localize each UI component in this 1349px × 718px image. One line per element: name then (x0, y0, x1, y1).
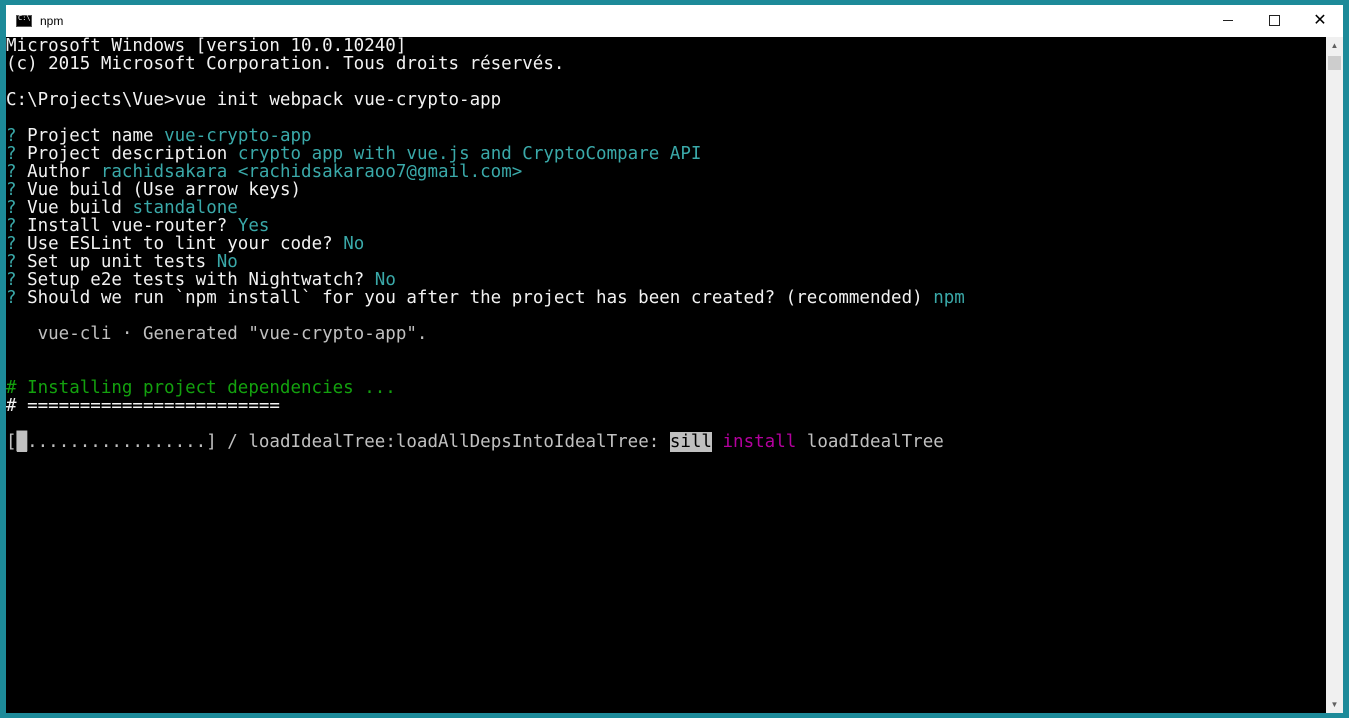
prompt-line: ? Install vue-router? Yes (6, 217, 269, 235)
prompt-line: ? Should we run `npm install` for you af… (6, 289, 965, 307)
prompt-answer: rachidsakara <rachidsakaraoo7@gmail.com> (100, 162, 523, 182)
window-title: npm (40, 14, 64, 28)
progress-status: ] / loadIdealTree:loadAllDepsIntoIdealTr… (206, 432, 670, 452)
scroll-down-arrow-icon[interactable]: ▼ (1326, 696, 1343, 713)
prompt-line: ? Setup e2e tests with Nightwatch? No (6, 271, 396, 289)
prompt-label: Set up unit tests (27, 252, 207, 272)
prompt-label: Project name (27, 126, 154, 146)
prompt-answer: No (374, 270, 396, 290)
progress-open-bracket: [ (6, 432, 17, 452)
prompt-answer: vue-crypto-app (164, 126, 312, 146)
prompt-label: Project description (27, 144, 228, 164)
installing-line: # Installing project dependencies ... (6, 378, 396, 398)
prompt-answer: No (216, 252, 238, 272)
prompt-label: Setup e2e tests with Nightwatch? (27, 270, 365, 290)
prompt-label: Vue build (27, 198, 122, 218)
prompt-question-mark: ? (6, 198, 17, 218)
prompt-line: ? Vue build standalone (6, 199, 238, 217)
prompt-question-mark: ? (6, 216, 17, 236)
prompt-line: ? Author rachidsakara <rachidsakaraoo7@g… (6, 163, 522, 181)
progress-fill: █ (16, 432, 28, 452)
console-output[interactable]: Microsoft Windows [version 10.0.10240] (… (6, 37, 1326, 713)
prompt-line: ? Set up unit tests No (6, 253, 238, 271)
prompt-line: ? Project description crypto app with vu… (6, 145, 701, 163)
generated-line: vue-cli · Generated "vue-crypto-app". (6, 324, 428, 344)
prompt-label: Vue build (Use arrow keys) (27, 180, 302, 200)
caption-buttons: ✕ (1205, 5, 1343, 37)
prompt-answer: No (343, 234, 365, 254)
prompt-line: ? Vue build (Use arrow keys) (6, 181, 301, 199)
prompt-question-mark: ? (6, 126, 17, 146)
console-line: (c) 2015 Microsoft Corporation. Tous dro… (6, 54, 565, 74)
vertical-scrollbar[interactable]: ▲ ▼ (1326, 37, 1343, 713)
separator-line: # ======================== (6, 396, 280, 416)
prompt-question-mark: ? (6, 252, 17, 272)
scrollbar-thumb[interactable] (1328, 56, 1341, 70)
progress-dots: ................. (27, 432, 207, 452)
prompt-answer: Yes (237, 216, 270, 236)
prompt-line: ? Use ESLint to lint your code? No (6, 235, 364, 253)
log-install: install (722, 432, 797, 452)
prompt-question-mark: ? (6, 270, 17, 290)
console-line: C:\Projects\Vue>vue init webpack vue-cry… (6, 90, 502, 110)
prompt-question-mark: ? (6, 180, 17, 200)
console-line: Microsoft Windows [version 10.0.10240] (6, 37, 407, 56)
prompt-question-mark: ? (6, 144, 17, 164)
maximize-button[interactable] (1251, 5, 1297, 35)
console-window: npm ✕ Microsoft Windows [version 10.0.10… (0, 0, 1349, 718)
prompt-label: Author (27, 162, 91, 182)
prompt-label: Install vue-router? (27, 216, 228, 236)
scroll-up-arrow-icon[interactable]: ▲ (1326, 37, 1343, 54)
prompt-label: Should we run `npm install` for you afte… (27, 288, 923, 308)
prompt-question-mark: ? (6, 234, 17, 254)
prompt-line: ? Project name vue-crypto-app (6, 127, 312, 145)
minimize-button[interactable] (1205, 5, 1251, 35)
console-app-icon (16, 14, 32, 27)
close-button[interactable]: ✕ (1297, 5, 1343, 35)
prompt-answer: standalone (132, 198, 238, 218)
title-bar[interactable]: npm ✕ (6, 5, 1343, 37)
log-level-badge: sill (669, 432, 712, 452)
progress-line: [█.................] / loadIdealTree:loa… (6, 432, 944, 452)
log-load-tree: loadIdealTree (806, 432, 944, 452)
prompt-label: Use ESLint to lint your code? (27, 234, 333, 254)
prompt-question-mark: ? (6, 162, 17, 182)
prompt-answer: npm (933, 288, 965, 308)
prompt-question-mark: ? (6, 288, 17, 308)
prompt-answer: crypto app with vue.js and CryptoCompare… (237, 144, 702, 164)
